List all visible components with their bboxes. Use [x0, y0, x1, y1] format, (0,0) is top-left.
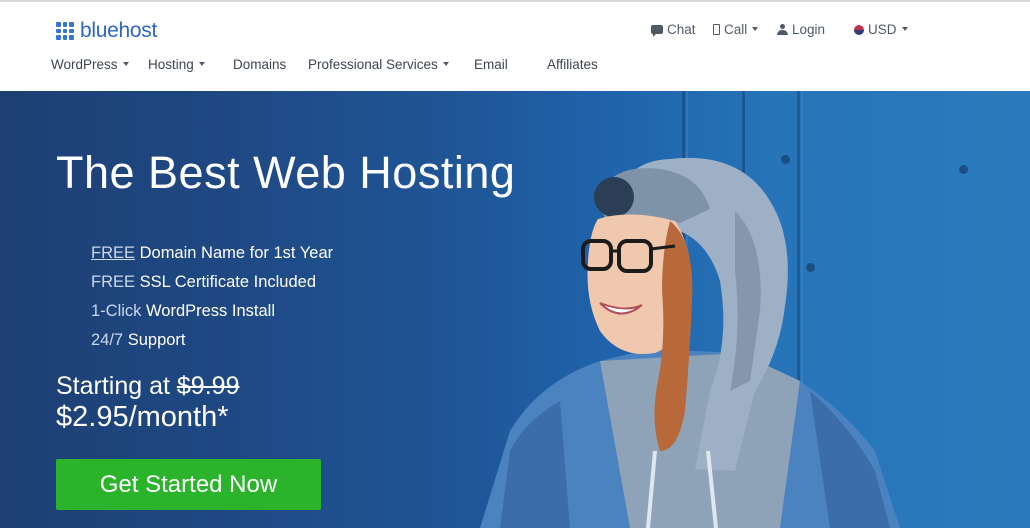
phone-icon: [713, 24, 720, 35]
nav-item-label: WordPress: [51, 57, 118, 72]
nav-item-domains[interactable]: Domains: [233, 57, 286, 72]
nav-item-label: Email: [474, 57, 508, 72]
hero-headline: The Best Web Hosting: [56, 147, 516, 198]
chevron-down-icon: [198, 62, 205, 67]
call-label: Call: [724, 22, 748, 37]
nav-item-label: Professional Services: [308, 57, 438, 72]
hero-person-photo: [480, 157, 900, 528]
feature-item-domain: FREE Domain Name for 1st Year: [91, 239, 333, 268]
nav-item-email[interactable]: Email: [474, 57, 508, 72]
starting-price-line: Starting at $9.99: [56, 372, 239, 401]
feature-text: Domain Name for 1st Year: [135, 244, 334, 262]
feature-text: Support: [123, 331, 186, 349]
feature-item-wordpress: 1-Click WordPress Install: [91, 297, 333, 326]
login-label: Login: [792, 22, 826, 37]
door-rivet: [959, 165, 968, 174]
chat-label: Chat: [667, 22, 696, 37]
brand-logo[interactable]: bluehost: [56, 19, 157, 43]
feature-text: WordPress Install: [141, 302, 275, 320]
us-flag-icon: [854, 24, 864, 35]
feature-prefix: 24/7: [91, 331, 124, 349]
current-price: $2.95/month*: [56, 401, 229, 433]
feature-prefix: FREE: [91, 273, 136, 291]
hero-banner: The Best Web Hosting FREE Domain Name fo…: [0, 91, 1030, 528]
chat-icon: [651, 25, 663, 37]
feature-item-support: 24/7 Support: [91, 326, 333, 355]
call-dropdown[interactable]: Call: [713, 22, 759, 37]
chevron-down-icon: [122, 62, 129, 67]
main-nav: WordPress Hosting Domains Professional S…: [0, 57, 700, 77]
login-link[interactable]: Login: [777, 22, 825, 37]
nav-item-hosting[interactable]: Hosting: [148, 57, 205, 72]
feature-item-ssl: FREE SSL Certificate Included: [91, 268, 333, 297]
feature-list: FREE Domain Name for 1st Year FREE SSL C…: [91, 239, 333, 355]
nav-item-label: Hosting: [148, 57, 194, 72]
logo-grid-icon: [56, 22, 74, 40]
get-started-button[interactable]: Get Started Now: [56, 459, 321, 510]
user-icon: [777, 24, 788, 35]
chevron-down-icon: [752, 26, 759, 31]
currency-dropdown[interactable]: USD: [854, 22, 908, 37]
feature-prefix[interactable]: FREE: [91, 244, 135, 262]
site-header: bluehost Chat Call Login USD WordPress H…: [0, 2, 1030, 91]
currency-label: USD: [868, 22, 897, 37]
chevron-down-icon: [901, 26, 908, 31]
old-price: $9.99: [176, 372, 240, 400]
chevron-down-icon: [442, 62, 449, 67]
nav-item-wordpress[interactable]: WordPress: [51, 57, 129, 72]
nav-item-label: Domains: [233, 57, 287, 72]
nav-item-affiliates[interactable]: Affiliates: [547, 57, 598, 72]
starting-label: Starting at: [56, 372, 177, 400]
feature-text: SSL Certificate Included: [135, 273, 316, 291]
nav-item-label: Affiliates: [547, 57, 598, 72]
chat-link[interactable]: Chat: [651, 22, 696, 37]
nav-item-professional-services[interactable]: Professional Services: [308, 57, 449, 72]
brand-name: bluehost: [80, 19, 157, 42]
feature-prefix: 1-Click: [91, 302, 142, 320]
